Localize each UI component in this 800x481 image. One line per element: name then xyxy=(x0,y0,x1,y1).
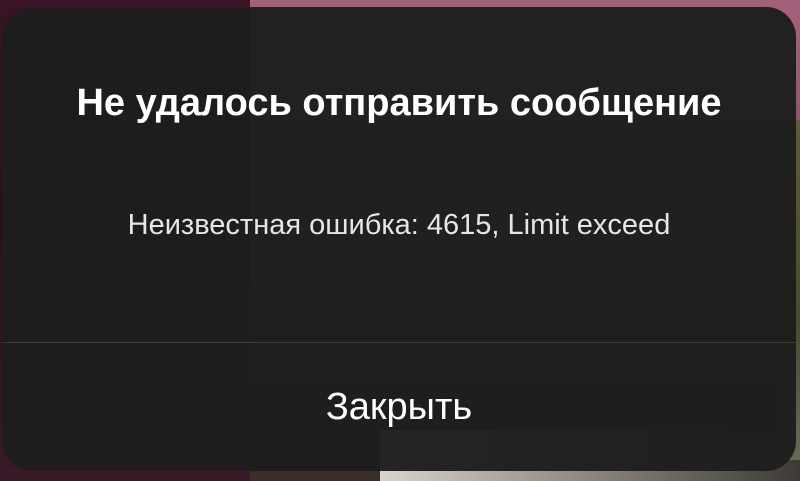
alert-title: Не удалось отправить сообщение xyxy=(76,82,722,124)
alert-message: Неизвестная ошибка: 4615, Limit exceed xyxy=(127,209,671,241)
alert-content: Не удалось отправить сообщение Неизвестн… xyxy=(2,7,796,342)
close-button[interactable]: Закрыть xyxy=(2,343,796,471)
error-alert-dialog: Не удалось отправить сообщение Неизвестн… xyxy=(2,7,796,471)
